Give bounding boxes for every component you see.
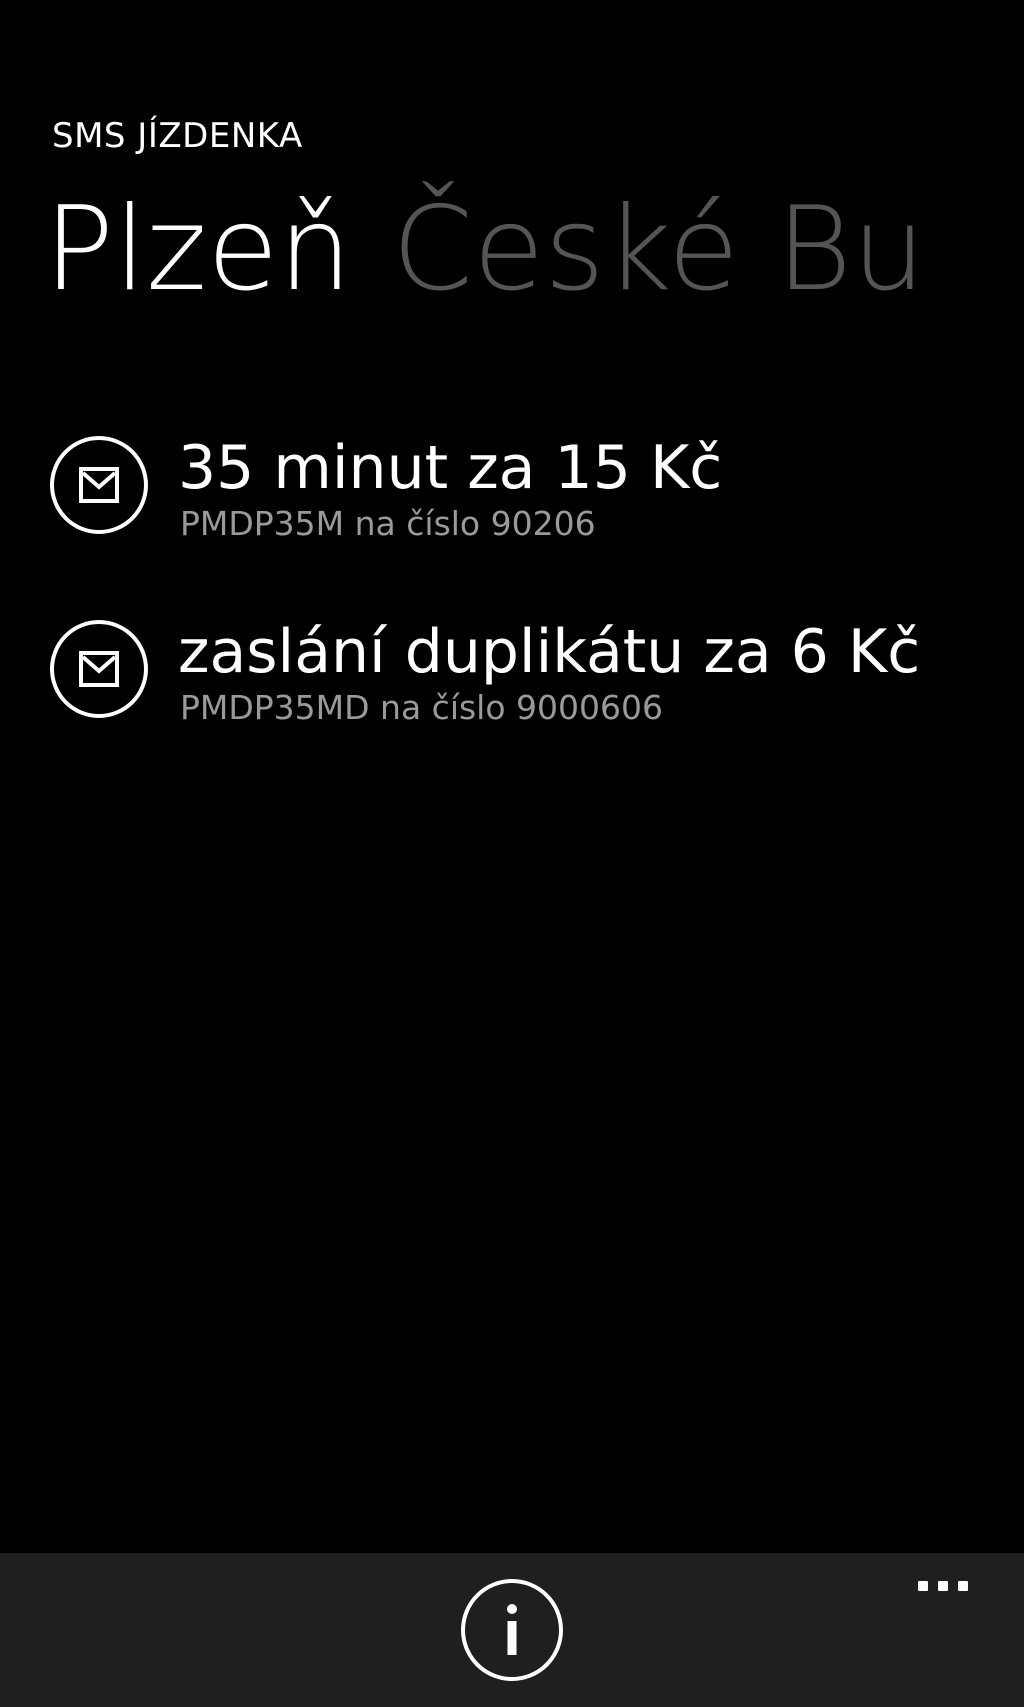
info-button[interactable] <box>461 1579 563 1681</box>
ticket-title: 35 minut za 15 Kč <box>178 433 723 503</box>
ticket-subtitle: PMDP35MD na číslo 9000606 <box>180 688 663 727</box>
app-title: SMS JÍZDENKA <box>52 116 303 156</box>
ticket-item-duplikat[interactable]: zaslání duplikátu za 6 Kč PMDP35MD na čí… <box>50 616 1010 752</box>
ticket-title: zaslání duplikátu za 6 Kč <box>178 617 921 687</box>
pivot-header: Plzeň České Bu <box>44 180 1024 340</box>
ticket-list: 35 minut za 15 Kč PMDP35M na číslo 90206… <box>50 432 1010 800</box>
ticket-item-35-minut[interactable]: 35 minut za 15 Kč PMDP35M na číslo 90206 <box>50 432 1010 568</box>
more-icon <box>938 1581 948 1591</box>
ticket-subtitle: PMDP35M na číslo 90206 <box>180 504 596 543</box>
envelope-icon <box>50 620 148 718</box>
envelope-icon <box>50 436 148 534</box>
info-icon <box>507 1604 517 1655</box>
more-icon <box>918 1581 928 1591</box>
more-options-button[interactable] <box>908 1573 980 1601</box>
pivot-item-ceske-budejovice[interactable]: České Bu <box>392 180 926 320</box>
app-bar <box>0 1553 1024 1707</box>
more-icon <box>958 1581 968 1591</box>
pivot-item-plzen[interactable]: Plzeň <box>44 180 352 320</box>
